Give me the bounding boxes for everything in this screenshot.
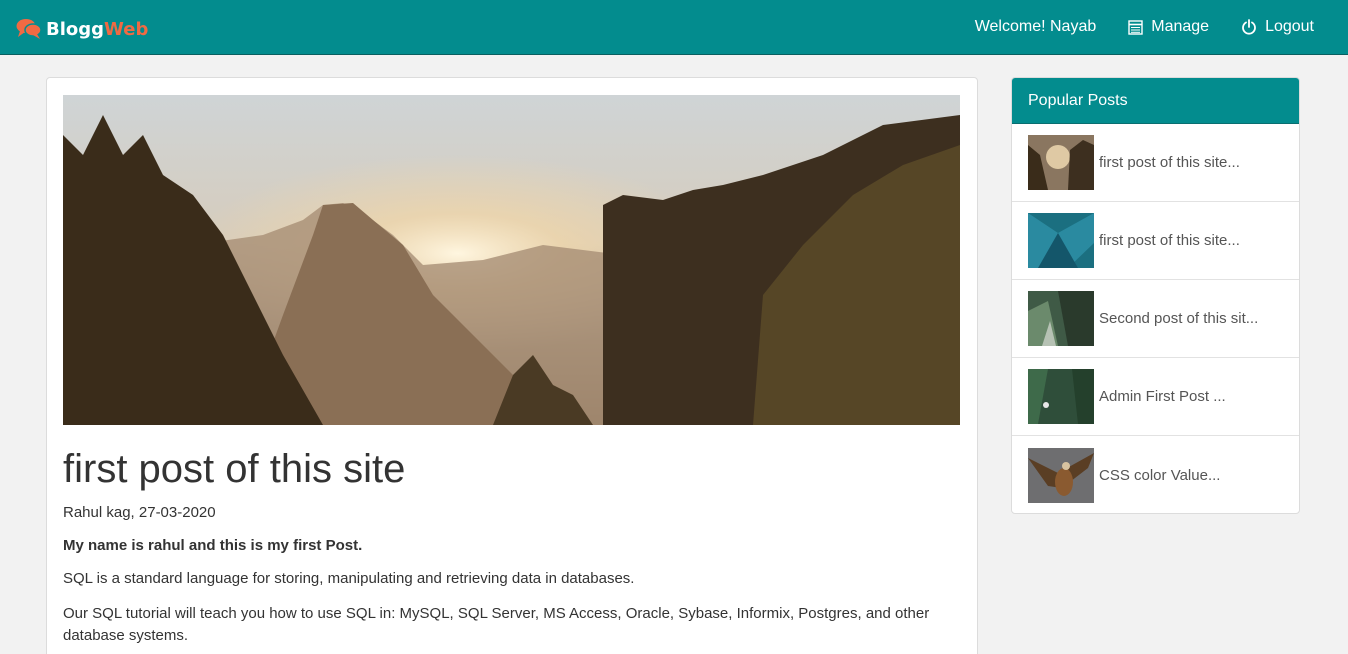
power-icon: [1242, 19, 1256, 35]
popular-post-item[interactable]: first post of this site...: [1012, 124, 1299, 202]
list-table-icon: [1128, 19, 1143, 35]
popular-post-title: CSS color Value...: [1099, 466, 1221, 484]
brand-logo[interactable]: BloggWeb: [16, 16, 148, 42]
post-title: first post of this site: [63, 447, 406, 491]
popular-post-item[interactable]: CSS color Value...: [1012, 436, 1299, 513]
post-paragraph: SQL is a standard language for storing, …: [63, 570, 635, 587]
post-meta: Rahul kag, 27-03-2020: [63, 504, 216, 521]
welcome-user-link[interactable]: Welcome! Nayab: [975, 18, 1097, 36]
brand-name-part1: Blogg: [46, 18, 105, 40]
popular-post-item[interactable]: Admin First Post ...: [1012, 358, 1299, 436]
nav-menu: Welcome! Nayab Manage Logout: [975, 0, 1314, 54]
popular-post-title: first post of this site...: [1099, 154, 1240, 171]
brand-name: BloggWeb: [46, 19, 148, 40]
post-thumbnail: [1028, 447, 1094, 503]
post-intro: My name is rahul and this is my first Po…: [63, 537, 363, 554]
popular-post-title: first post of this site...: [1099, 232, 1240, 249]
post-thumbnail: [1028, 369, 1094, 424]
popular-post-title: Admin First Post ...: [1099, 388, 1226, 405]
chat-bubbles-icon: [16, 19, 42, 39]
logout-link[interactable]: Logout: [1241, 18, 1314, 36]
popular-posts-heading: Popular Posts: [1012, 78, 1299, 124]
post-card: first post of this site Rahul kag, 27-03…: [46, 77, 978, 654]
post-hero-image: [63, 95, 960, 425]
logout-label: Logout: [1265, 18, 1314, 35]
post-thumbnail: [1028, 213, 1094, 268]
popular-posts-panel: Popular Posts first post of this site...…: [1011, 77, 1300, 514]
post-thumbnail: [1028, 291, 1094, 346]
manage-link[interactable]: Manage: [1128, 18, 1209, 36]
brand-name-part2: Web: [104, 18, 149, 40]
top-navbar: BloggWeb Welcome! Nayab Manage Logout: [0, 0, 1348, 55]
post-thumbnail: [1028, 135, 1094, 190]
popular-post-title: Second post of this sit...: [1099, 310, 1259, 327]
popular-post-item[interactable]: Second post of this sit...: [1012, 280, 1299, 358]
manage-label: Manage: [1151, 18, 1210, 35]
popular-post-item[interactable]: first post of this site...: [1012, 202, 1299, 280]
post-paragraph: Our SQL tutorial will teach you how to u…: [63, 605, 930, 644]
